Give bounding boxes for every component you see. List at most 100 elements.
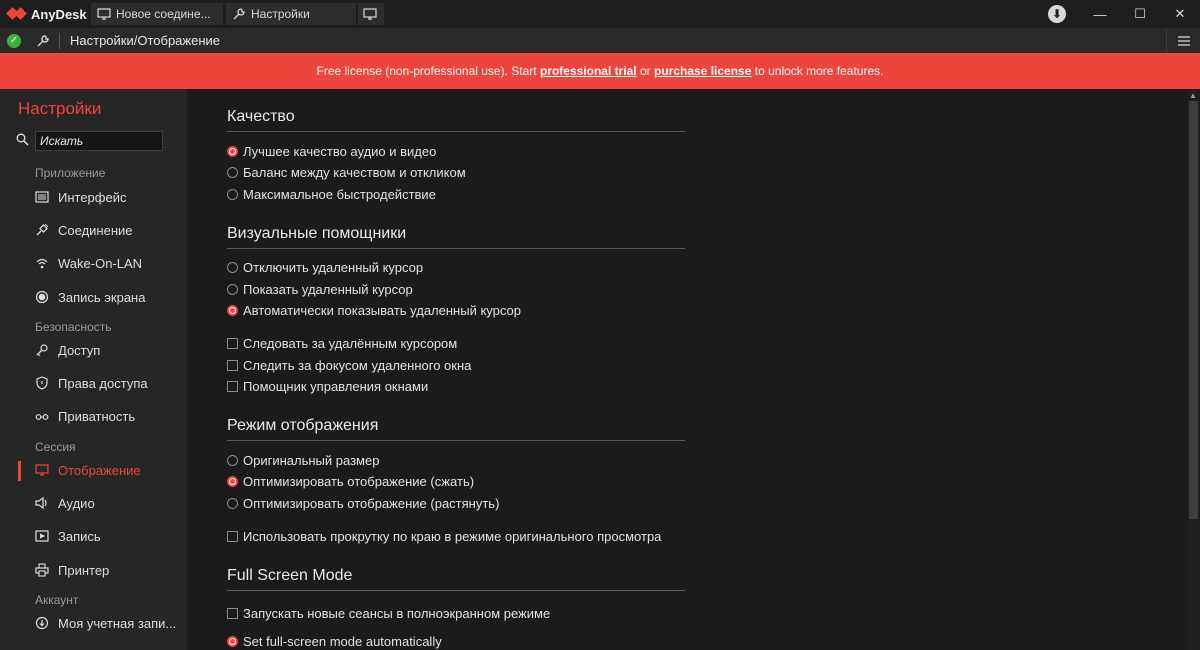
tab-settings[interactable]: Настройки (226, 3, 356, 25)
sidebar-item-audio[interactable]: Аудио (0, 488, 187, 518)
tab-new-connection[interactable]: Новое соедине... (91, 3, 223, 25)
sidebar-item-label: Wake-On-LAN (58, 255, 143, 271)
hamburger-icon (1177, 35, 1190, 46)
settings-content: Качество Лучшее качество аудио и видео Б… (187, 89, 1187, 650)
search-icon (16, 133, 29, 149)
option-label: Показать удаленный курсор (243, 282, 413, 297)
radio-quality-best[interactable]: Лучшее качество аудио и видео (227, 144, 436, 159)
option-label: Автоматически показывать удаленный курсо… (243, 303, 521, 318)
checkbox-follow-cursor[interactable]: Следовать за удалённым курсором (227, 336, 457, 351)
radio-quality-speed[interactable]: Максимальное быстродействие (227, 187, 436, 202)
sidebar-title: Настройки (18, 99, 102, 118)
option-label: Следовать за удалённым курсором (243, 336, 458, 351)
app-logo[interactable]: AnyDesk (0, 0, 88, 28)
maximize-button[interactable]: ☐ (1120, 0, 1160, 28)
section-title-quality: Качество (227, 108, 685, 132)
download-icon[interactable]: ⬇ (1048, 5, 1066, 23)
download-circle-icon (35, 616, 49, 630)
checkbox[interactable] (227, 531, 238, 542)
checkbox[interactable] (227, 381, 238, 392)
speaker-icon (35, 496, 49, 510)
radio-button[interactable] (227, 262, 238, 273)
sidebar-item-my-account[interactable]: Моя учетная запи... (0, 608, 187, 638)
record-icon (35, 290, 49, 304)
search-box (16, 131, 163, 151)
sidebar-item-label: Моя учетная запи... (58, 615, 177, 631)
section-title-visual-helpers: Визуальные помощники (227, 225, 685, 249)
sidebar-item-label: Права доступа (58, 375, 148, 391)
radio-button[interactable] (227, 498, 238, 509)
checkbox-new-sessions-fullscreen[interactable]: Запускать новые сеансы в полноэкранном р… (227, 606, 550, 621)
radio-button[interactable] (227, 476, 238, 487)
printer-icon (35, 563, 49, 577)
wrench-icon (35, 33, 51, 49)
monitor-icon (35, 463, 49, 477)
option-label: Использовать прокрутку по краю в режиме … (243, 529, 662, 544)
radio-cursor-show[interactable]: Показать удаленный курсор (227, 282, 413, 297)
radio-display-shrink[interactable]: Оптимизировать отображение (сжать) (227, 474, 474, 489)
address-path[interactable]: Настройки/Отображение (70, 33, 220, 48)
scrollbar-thumb[interactable] (1189, 101, 1198, 519)
checkbox[interactable] (227, 338, 238, 349)
radio-button[interactable] (227, 455, 238, 466)
sidebar-item-printer[interactable]: Принтер (0, 555, 187, 585)
radio-button[interactable] (227, 284, 238, 295)
scroll-up-icon[interactable]: ▲ (1189, 91, 1197, 100)
radio-button[interactable] (227, 167, 238, 178)
checkbox-window-helper[interactable]: Помощник управления окнами (227, 379, 428, 394)
option-label: Помощник управления окнами (243, 379, 429, 394)
close-button[interactable]: ✕ (1160, 0, 1200, 28)
checkbox[interactable] (227, 360, 238, 371)
radio-quality-balanced[interactable]: Баланс между качеством и откликом (227, 165, 466, 180)
status-ok-icon: ✓ (7, 33, 21, 48)
video-play-icon (35, 529, 49, 543)
sidebar-item-recording[interactable]: Запись (0, 521, 187, 551)
search-input[interactable] (35, 131, 163, 151)
radio-button[interactable] (227, 189, 238, 200)
radio-button[interactable] (227, 305, 238, 316)
key-icon (35, 343, 49, 357)
radio-cursor-disable[interactable]: Отключить удаленный курсор (227, 260, 423, 275)
app-name: AnyDesk (31, 6, 87, 22)
sidebar-item-label: Аудио (58, 495, 95, 511)
group-label-security: Безопасность (35, 320, 112, 334)
radio-cursor-auto[interactable]: Автоматически показывать удаленный курсо… (227, 303, 521, 318)
minimize-button[interactable]: — (1080, 0, 1120, 28)
section-title-display-mode: Режим отображения (227, 417, 685, 441)
option-label: Следить за фокусом удаленного окна (243, 358, 472, 373)
sidebar-item-interface[interactable]: Интерфейс (0, 182, 187, 212)
checkbox-follow-focus[interactable]: Следить за фокусом удаленного окна (227, 358, 471, 373)
settings-sidebar: Настройки Приложение Интерфейс Соединени… (0, 89, 187, 650)
option-label: Лучшее качество аудио и видео (243, 144, 437, 159)
sidebar-item-permissions[interactable]: Права доступа (0, 368, 187, 398)
sidebar-item-connection[interactable]: Соединение (0, 215, 187, 245)
sidebar-item-screen-record[interactable]: Запись экрана (0, 282, 187, 312)
radio-button[interactable] (227, 636, 238, 647)
sidebar-item-wol[interactable]: Wake-On-LAN (0, 248, 187, 278)
radio-fullscreen-auto[interactable]: Set full-screen mode automatically (227, 634, 442, 649)
new-tab-button[interactable] (358, 3, 384, 25)
radio-button[interactable] (227, 146, 238, 157)
sidebar-item-privacy[interactable]: Приватность (0, 401, 187, 431)
sidebar-item-display[interactable]: Отображение (0, 455, 187, 485)
license-banner: Free license (non-professional use). Sta… (0, 53, 1200, 89)
wifi-icon (35, 256, 49, 270)
vertical-scrollbar[interactable]: ▲ (1187, 89, 1200, 650)
option-label: Отключить удаленный курсор (243, 260, 424, 275)
title-bar: AnyDesk Новое соедине... Настройки ⬇ — ☐… (0, 0, 1200, 28)
radio-display-stretch[interactable]: Оптимизировать отображение (растянуть) (227, 496, 499, 511)
anydesk-logo-icon (6, 5, 27, 23)
checkbox-edge-scroll[interactable]: Использовать прокрутку по краю в режиме … (227, 529, 661, 544)
professional-trial-link[interactable]: professional trial (540, 64, 637, 78)
sidebar-item-label: Приватность (58, 408, 136, 424)
sidebar-item-access[interactable]: Доступ (0, 335, 187, 365)
option-label: Баланс между качеством и откликом (243, 165, 466, 180)
banner-text-suffix: to unlock more features. (754, 64, 884, 78)
divider (59, 32, 60, 49)
checkbox[interactable] (227, 608, 238, 619)
radio-display-original[interactable]: Оригинальный размер (227, 453, 379, 468)
sidebar-item-label: Доступ (58, 342, 101, 358)
sidebar-item-label: Соединение (58, 222, 133, 238)
purchase-license-link[interactable]: purchase license (654, 64, 751, 78)
hamburger-menu-button[interactable] (1166, 28, 1200, 53)
